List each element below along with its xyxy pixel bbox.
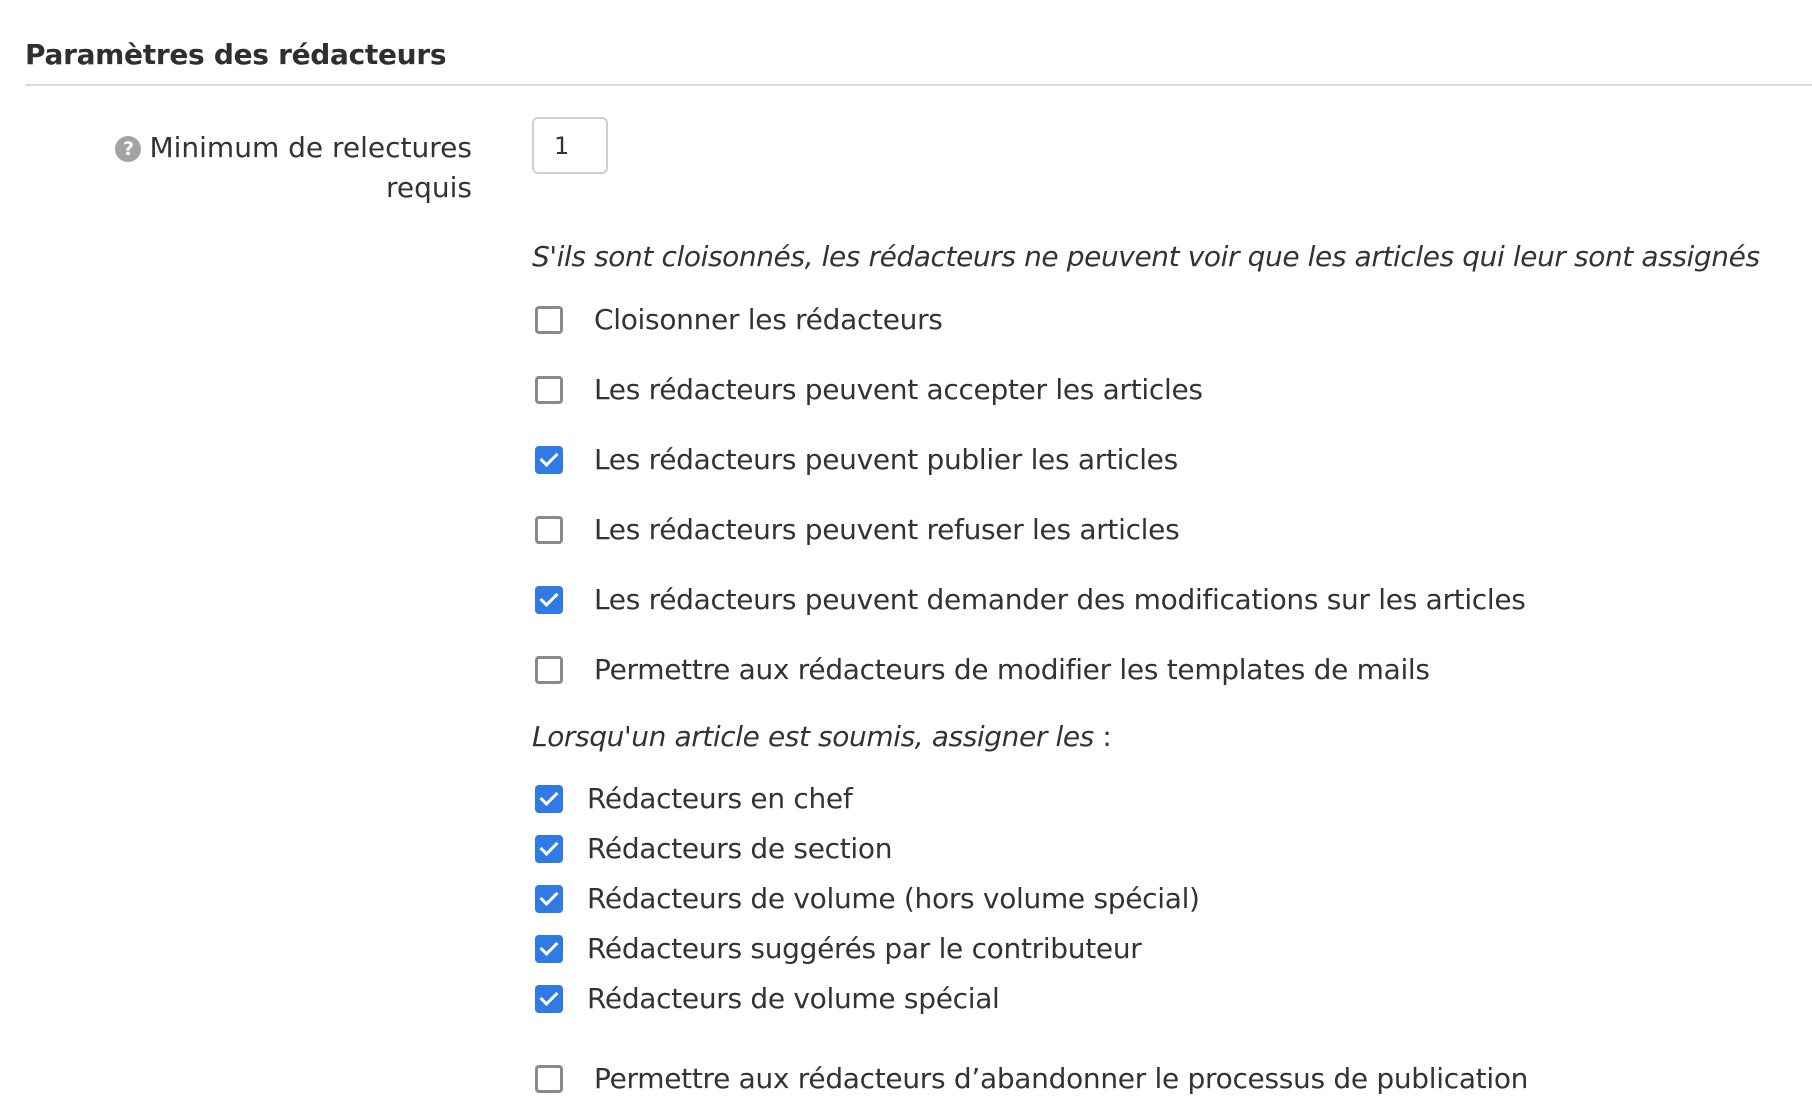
- assign-intro-suffix: :: [1093, 720, 1112, 753]
- checkbox[interactable]: [535, 784, 563, 813]
- checkbox[interactable]: [535, 515, 563, 544]
- checkbox-label: Rédacteurs en chef: [587, 782, 853, 815]
- checkbox[interactable]: [535, 305, 563, 334]
- checkbox[interactable]: [535, 375, 563, 404]
- assign-intro: Lorsqu'un article est soumis, assigner l…: [532, 720, 1112, 753]
- assign-intro-text: Lorsqu'un article est soumis, assigner l…: [532, 720, 1094, 753]
- permission-row-request-changes[interactable]: Les rédacteurs peuvent demander des modi…: [535, 583, 1526, 616]
- checkbox[interactable]: [535, 834, 563, 863]
- min-reviews-label-text: Minimum de relectures requis: [149, 131, 472, 204]
- checkbox-label: Permettre aux rédacteurs de modifier les…: [594, 653, 1430, 686]
- permission-row-abandon[interactable]: Permettre aux rédacteurs d’abandonner le…: [535, 1062, 1528, 1095]
- checkbox-label: Les rédacteurs peuvent accepter les arti…: [594, 373, 1203, 406]
- editors-settings-panel: Paramètres des rédacteurs ? Minimum de re…: [0, 0, 1812, 1120]
- min-reviews-label: ? Minimum de relectures requis: [100, 128, 472, 208]
- assign-row-volume-editors[interactable]: Rédacteurs de volume (hors volume spécia…: [535, 882, 1200, 915]
- checkbox[interactable]: [535, 1064, 563, 1093]
- checkbox-label: Les rédacteurs peuvent refuser les artic…: [594, 513, 1180, 546]
- section-title: Paramètres des rédacteurs: [25, 38, 447, 71]
- assign-row-section-editors[interactable]: Rédacteurs de section: [535, 832, 892, 865]
- checkbox-label: Cloisonner les rédacteurs: [594, 303, 943, 336]
- assign-row-chief-editors[interactable]: Rédacteurs en chef: [535, 782, 853, 815]
- question-circle-icon[interactable]: ?: [115, 136, 142, 162]
- min-reviews-input[interactable]: [532, 117, 608, 174]
- compartment-hint: S'ils sont cloisonnés, les rédacteurs ne…: [532, 240, 1760, 273]
- assign-row-suggested-editors[interactable]: Rédacteurs suggérés par le contributeur: [535, 932, 1142, 965]
- checkbox-label: Rédacteurs de volume spécial: [587, 982, 1000, 1015]
- checkbox[interactable]: [535, 655, 563, 684]
- checkbox[interactable]: [535, 934, 563, 963]
- checkbox[interactable]: [535, 884, 563, 913]
- assign-row-special-volume-editors[interactable]: Rédacteurs de volume spécial: [535, 982, 1000, 1015]
- checkbox-label: Rédacteurs de volume (hors volume spécia…: [587, 882, 1200, 915]
- checkbox-label: Permettre aux rédacteurs d’abandonner le…: [594, 1062, 1529, 1095]
- section-divider: [25, 84, 1812, 86]
- permission-row-refuse[interactable]: Les rédacteurs peuvent refuser les artic…: [535, 513, 1180, 546]
- checkbox-label: Rédacteurs suggérés par le contributeur: [587, 932, 1142, 965]
- checkbox[interactable]: [535, 585, 563, 614]
- checkbox-label: Les rédacteurs peuvent demander des modi…: [594, 583, 1526, 616]
- checkbox[interactable]: [535, 445, 563, 474]
- permission-row-compartment[interactable]: Cloisonner les rédacteurs: [535, 303, 943, 336]
- permission-row-publish[interactable]: Les rédacteurs peuvent publier les artic…: [535, 443, 1178, 476]
- checkbox[interactable]: [535, 984, 563, 1013]
- checkbox-label: Rédacteurs de section: [587, 832, 893, 865]
- permission-row-mail-templates[interactable]: Permettre aux rédacteurs de modifier les…: [535, 653, 1430, 686]
- checkbox-label: Les rédacteurs peuvent publier les artic…: [594, 443, 1178, 476]
- permission-row-accept[interactable]: Les rédacteurs peuvent accepter les arti…: [535, 373, 1203, 406]
